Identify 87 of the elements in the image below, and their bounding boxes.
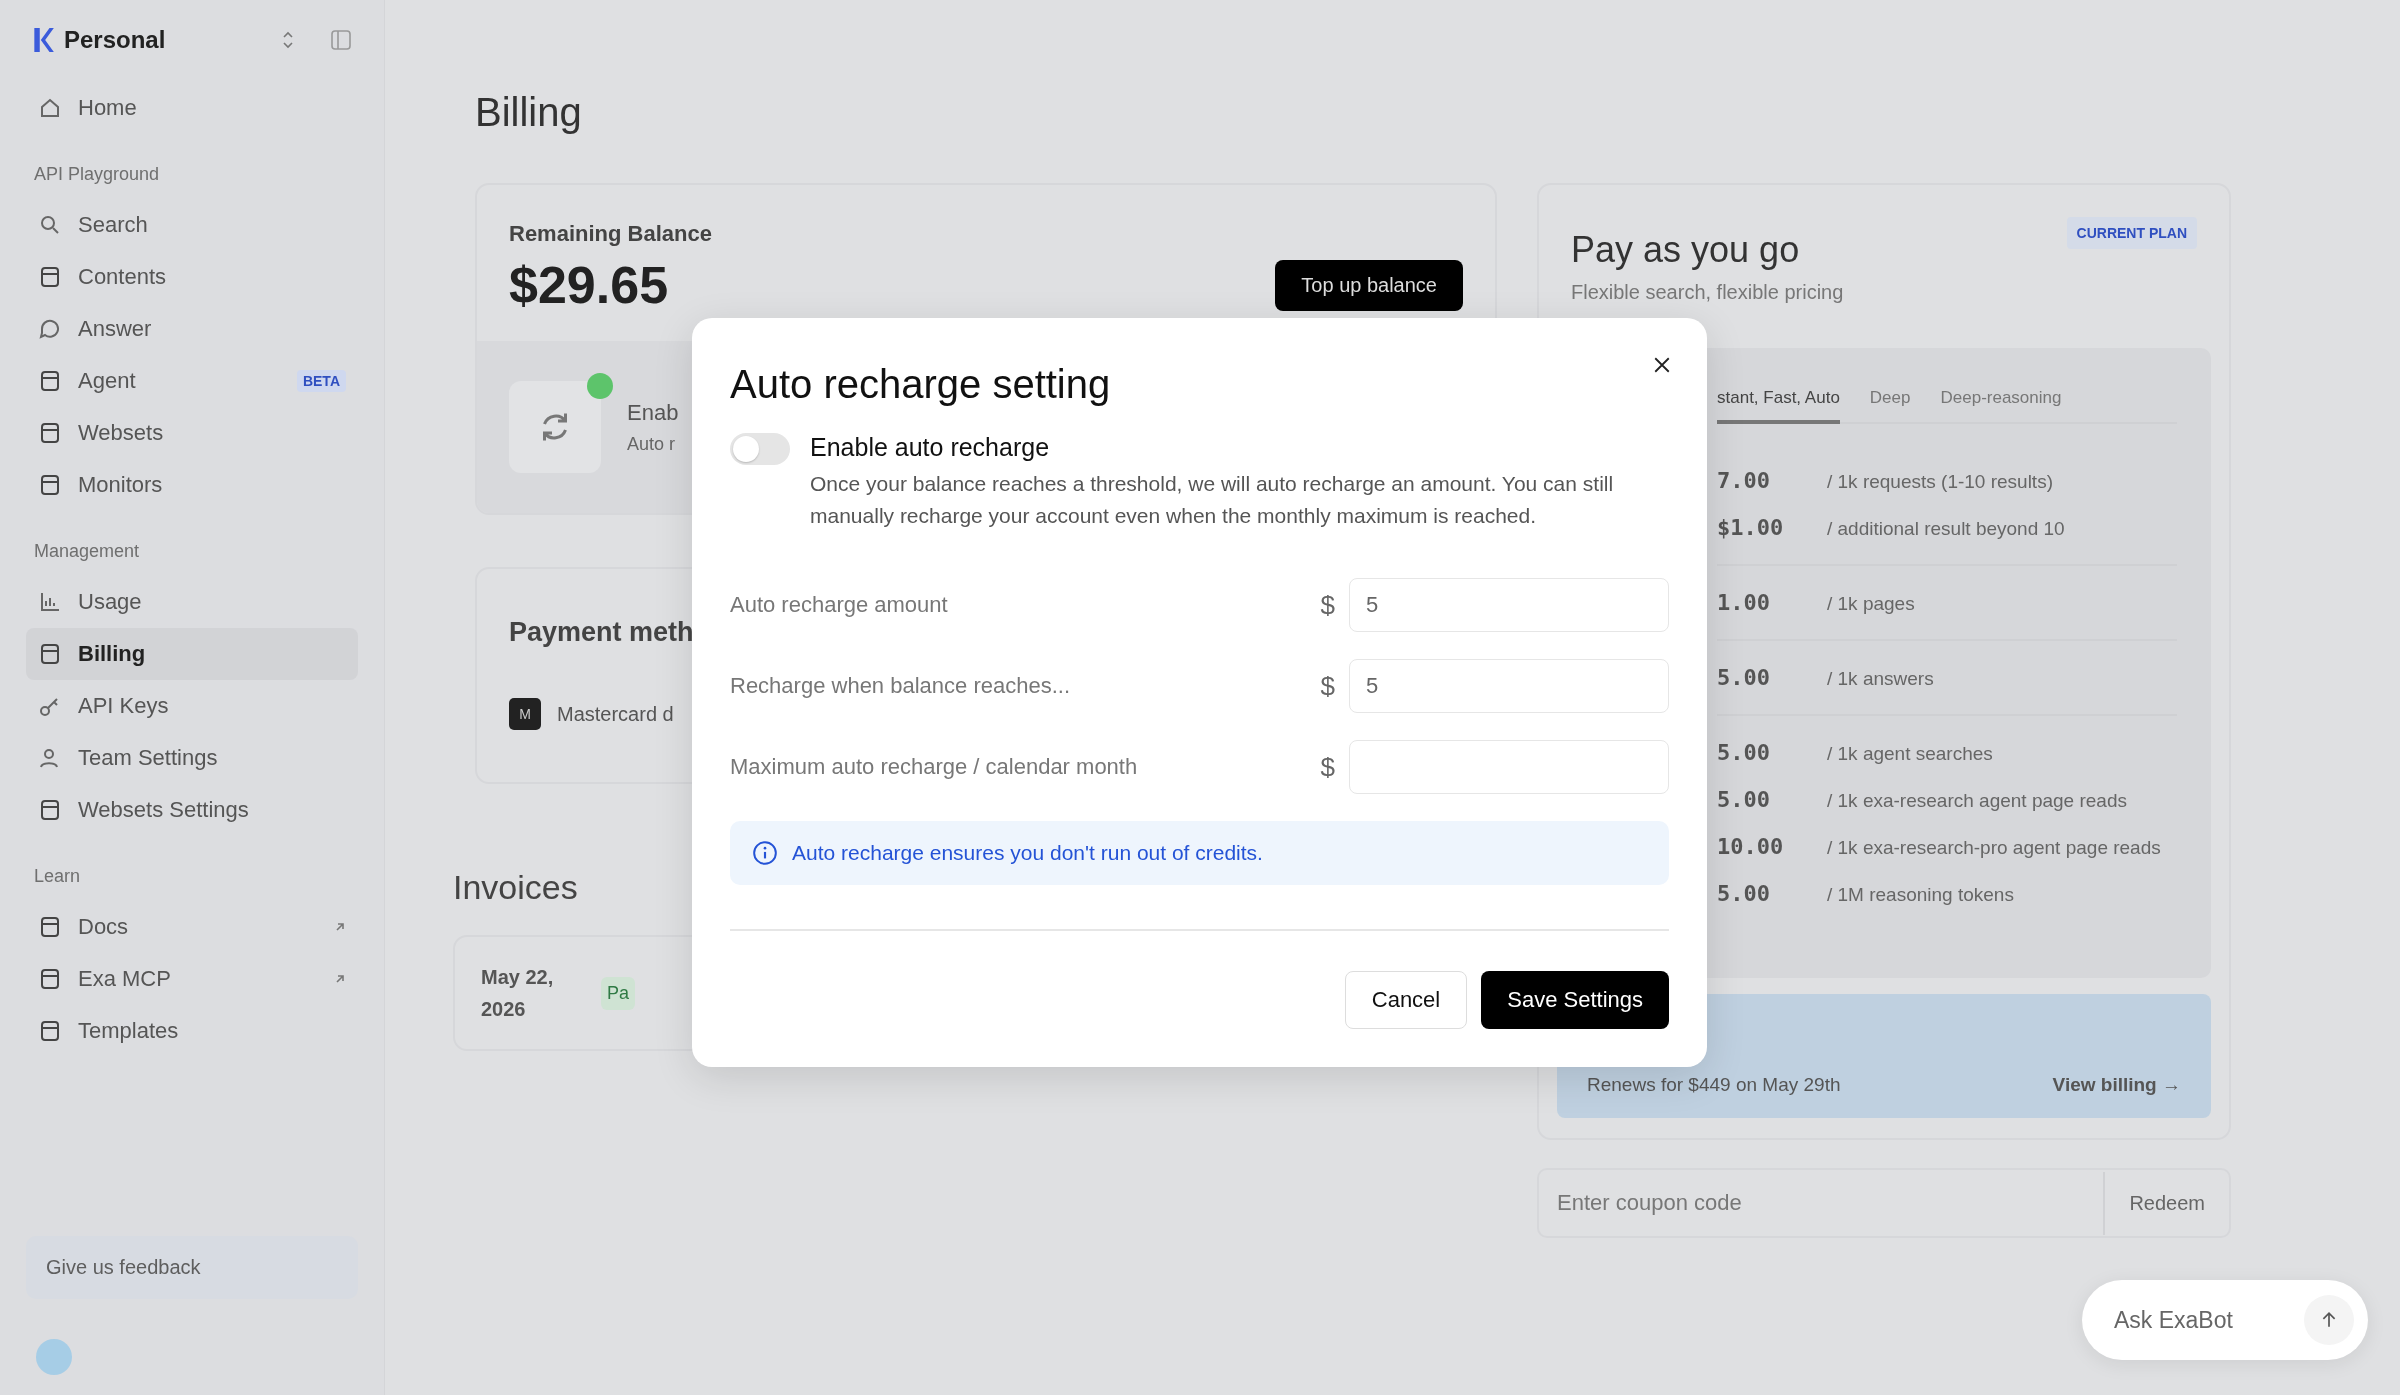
- price: 1.00: [1717, 590, 1771, 615]
- sidebar-toggle-icon[interactable]: [330, 29, 352, 51]
- renewal-text: Renews for $449 on May 29th: [1587, 1074, 1841, 1096]
- sidebar-item[interactable]: API Keys: [26, 680, 358, 732]
- pricing-tab[interactable]: stant, Fast, Auto: [1717, 388, 1840, 424]
- amount-field[interactable]: 5: [1349, 578, 1669, 632]
- field-label: Maximum auto recharge / calendar month: [730, 754, 1139, 780]
- feedback-button[interactable]: Give us feedback: [26, 1236, 358, 1299]
- invoices-title: Invoices: [453, 868, 578, 907]
- dialog-title: Auto recharge setting: [730, 362, 1111, 407]
- pricing-tab[interactable]: Deep-reasoning: [1940, 388, 2062, 422]
- plan-subtitle: Flexible search, flexible pricing: [1571, 281, 1844, 304]
- save-button[interactable]: Save Settings: [1481, 971, 1669, 1029]
- price-unit: / 1k requests (1-10 results): [1827, 471, 2053, 493]
- info-text: Auto recharge ensures you don't run out of credits.: [792, 841, 1263, 865]
- workspace-name[interactable]: Personal: [64, 26, 272, 54]
- auto-recharge-text: Auto r: [627, 433, 677, 455]
- price-unit: / 1k exa-research agent page reads: [1827, 790, 2127, 812]
- current-plan-badge: CURRENT PLAN: [2066, 217, 2197, 249]
- price: 5.00: [1717, 881, 1771, 906]
- price: 10.00: [1717, 834, 1785, 859]
- sidebar-item[interactable]: Docs: [26, 901, 358, 953]
- price-unit: / 1k answers: [1827, 668, 1934, 690]
- field-label: Recharge when balance reaches...: [730, 673, 1071, 699]
- price: 5.00: [1717, 740, 1771, 765]
- chevrons-icon[interactable]: [282, 30, 294, 50]
- field-label: Auto recharge amount: [730, 592, 949, 618]
- section-heading: Learn: [33, 866, 82, 888]
- page-title: Billing: [475, 90, 583, 135]
- sidebar-item[interactable]: Websets Settings: [26, 784, 358, 836]
- balance-amount: $29.65: [509, 255, 670, 315]
- cancel-button[interactable]: Cancel: [1344, 971, 1468, 1029]
- redeem-button[interactable]: Redeem: [2103, 1171, 2229, 1235]
- price-unit: / 1k exa-research-pro agent page reads: [1827, 837, 2161, 859]
- sidebar-item[interactable]: Usage: [26, 576, 358, 628]
- invoice-date: May 22, 2026: [481, 965, 555, 1022]
- status-badge: Pa: [601, 976, 636, 1010]
- top-up-button[interactable]: Top up balance: [1275, 260, 1463, 311]
- toggle-label: Enable auto recharge: [810, 433, 1051, 462]
- chat-field[interactable]: Ask ExaBot: [2082, 1280, 2368, 1360]
- plan-name: Pay as you go: [1571, 229, 1801, 271]
- section-heading: Management: [33, 541, 141, 563]
- payment-title: Payment meth: [509, 617, 694, 648]
- price: 5.00: [1717, 665, 1771, 690]
- sidebar-item[interactable]: Exa MCP: [26, 953, 358, 1005]
- coupon-field[interactable]: Enter coupon code Redeem: [1537, 1168, 2231, 1238]
- avatar[interactable]: [36, 1339, 72, 1375]
- home-icon: [38, 96, 62, 120]
- chart-icon: [38, 590, 62, 614]
- currency-symbol: $: [1320, 670, 1335, 702]
- beta-badge: BETA: [296, 370, 346, 392]
- price-unit: / additional result beyond 10: [1827, 518, 2065, 540]
- info-icon: [752, 840, 778, 866]
- card-brand-icon: M: [509, 698, 541, 730]
- sidebar-item[interactable]: Websets: [26, 407, 358, 459]
- currency-symbol: $: [1320, 589, 1335, 621]
- section-heading: API Playground: [33, 164, 161, 186]
- price-unit: / 1k pages: [1827, 593, 1915, 615]
- close-icon[interactable]: [1653, 356, 1671, 374]
- view-billing-link[interactable]: View billing →: [2052, 1074, 2181, 1096]
- sidebar-item[interactable]: Agent BETA: [26, 355, 358, 407]
- sidebar-item[interactable]: Search: [26, 199, 358, 251]
- amount-field[interactable]: [1349, 740, 1669, 794]
- price-unit: / 1k agent searches: [1827, 743, 1993, 765]
- arrow-up-icon: [2320, 1311, 2338, 1329]
- auto-recharge-title: Enab: [627, 399, 679, 426]
- currency-symbol: $: [1320, 751, 1335, 783]
- sidebar-item[interactable]: Answer: [26, 303, 358, 355]
- sidebar-item[interactable]: Monitors: [26, 459, 358, 511]
- toggle-switch[interactable]: [730, 433, 790, 465]
- chat-bubble-icon: [38, 317, 62, 341]
- sidebar-item[interactable]: Team Settings: [26, 732, 358, 784]
- price: $1.00: [1717, 515, 1785, 540]
- amount-field[interactable]: 5: [1349, 659, 1669, 713]
- sidebar-item[interactable]: Billing: [26, 628, 358, 680]
- price: 7.00: [1717, 468, 1771, 493]
- toggle-description: Once your balance reaches a threshold, we will auto recharge an amount. You can still manually recharge your account even when the monthly maximum is reached.: [810, 471, 1615, 529]
- sidebar-item[interactable]: Home: [26, 82, 358, 134]
- send-button[interactable]: [2304, 1295, 2354, 1345]
- price: 5.00: [1717, 787, 1771, 812]
- price-unit: / 1M reasoning tokens: [1827, 884, 2014, 906]
- balance-label: Remaining Balance: [509, 221, 712, 247]
- logo-icon: [32, 27, 54, 53]
- sidebar-item[interactable]: Contents: [26, 251, 358, 303]
- sidebar-item[interactable]: Templates: [26, 1005, 358, 1057]
- card-name: Mastercard d: [557, 702, 674, 726]
- pricing-tab[interactable]: Deep: [1869, 388, 1911, 422]
